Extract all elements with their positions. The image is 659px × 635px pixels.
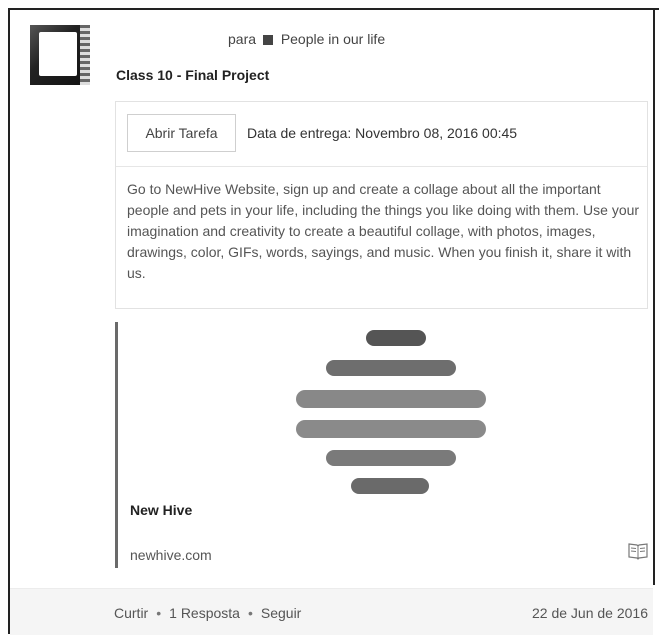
avatar-stripe bbox=[80, 25, 90, 85]
separator: • bbox=[247, 605, 253, 621]
task-header: Abrir Tarefa Data de entrega: Novembro 0… bbox=[116, 102, 647, 167]
avatar[interactable] bbox=[30, 25, 90, 85]
group-square-icon bbox=[262, 35, 273, 45]
post-actions: Curtir • 1 Resposta • Seguir bbox=[114, 605, 301, 621]
task-card: Abrir Tarefa Data de entrega: Novembro 0… bbox=[115, 101, 648, 309]
follow-link[interactable]: Seguir bbox=[261, 605, 301, 621]
like-link[interactable]: Curtir bbox=[114, 605, 148, 621]
recipient-prefix: para bbox=[228, 31, 257, 47]
post-date: 22 de Jun de 2016 bbox=[532, 605, 648, 621]
post-footer: Curtir • 1 Resposta • Seguir 22 de Jun de 20… bbox=[10, 588, 653, 635]
link-url[interactable]: newhive.com bbox=[130, 547, 212, 563]
task-description: Go to NewHive Website, sign up and creat… bbox=[127, 181, 640, 281]
separator: • bbox=[156, 605, 162, 621]
post-frame-edge bbox=[653, 10, 655, 585]
due-date: Data de entrega: Novembro 08, 2016 00:45 bbox=[247, 125, 518, 141]
link-preview[interactable]: New Hive newhive.com bbox=[115, 322, 650, 568]
link-title[interactable]: New Hive bbox=[130, 502, 192, 518]
replies-link[interactable]: 1 Resposta bbox=[169, 605, 240, 621]
recipient-group-link[interactable]: People in our life bbox=[281, 31, 385, 47]
newhive-logo-icon bbox=[296, 330, 486, 494]
book-icon bbox=[628, 543, 648, 560]
open-task-button[interactable]: Abrir Tarefa bbox=[127, 114, 236, 152]
post-title: Class 10 - Final Project bbox=[116, 67, 270, 83]
avatar-highlight bbox=[39, 32, 77, 76]
post-recipient: para People in our life bbox=[228, 31, 385, 47]
